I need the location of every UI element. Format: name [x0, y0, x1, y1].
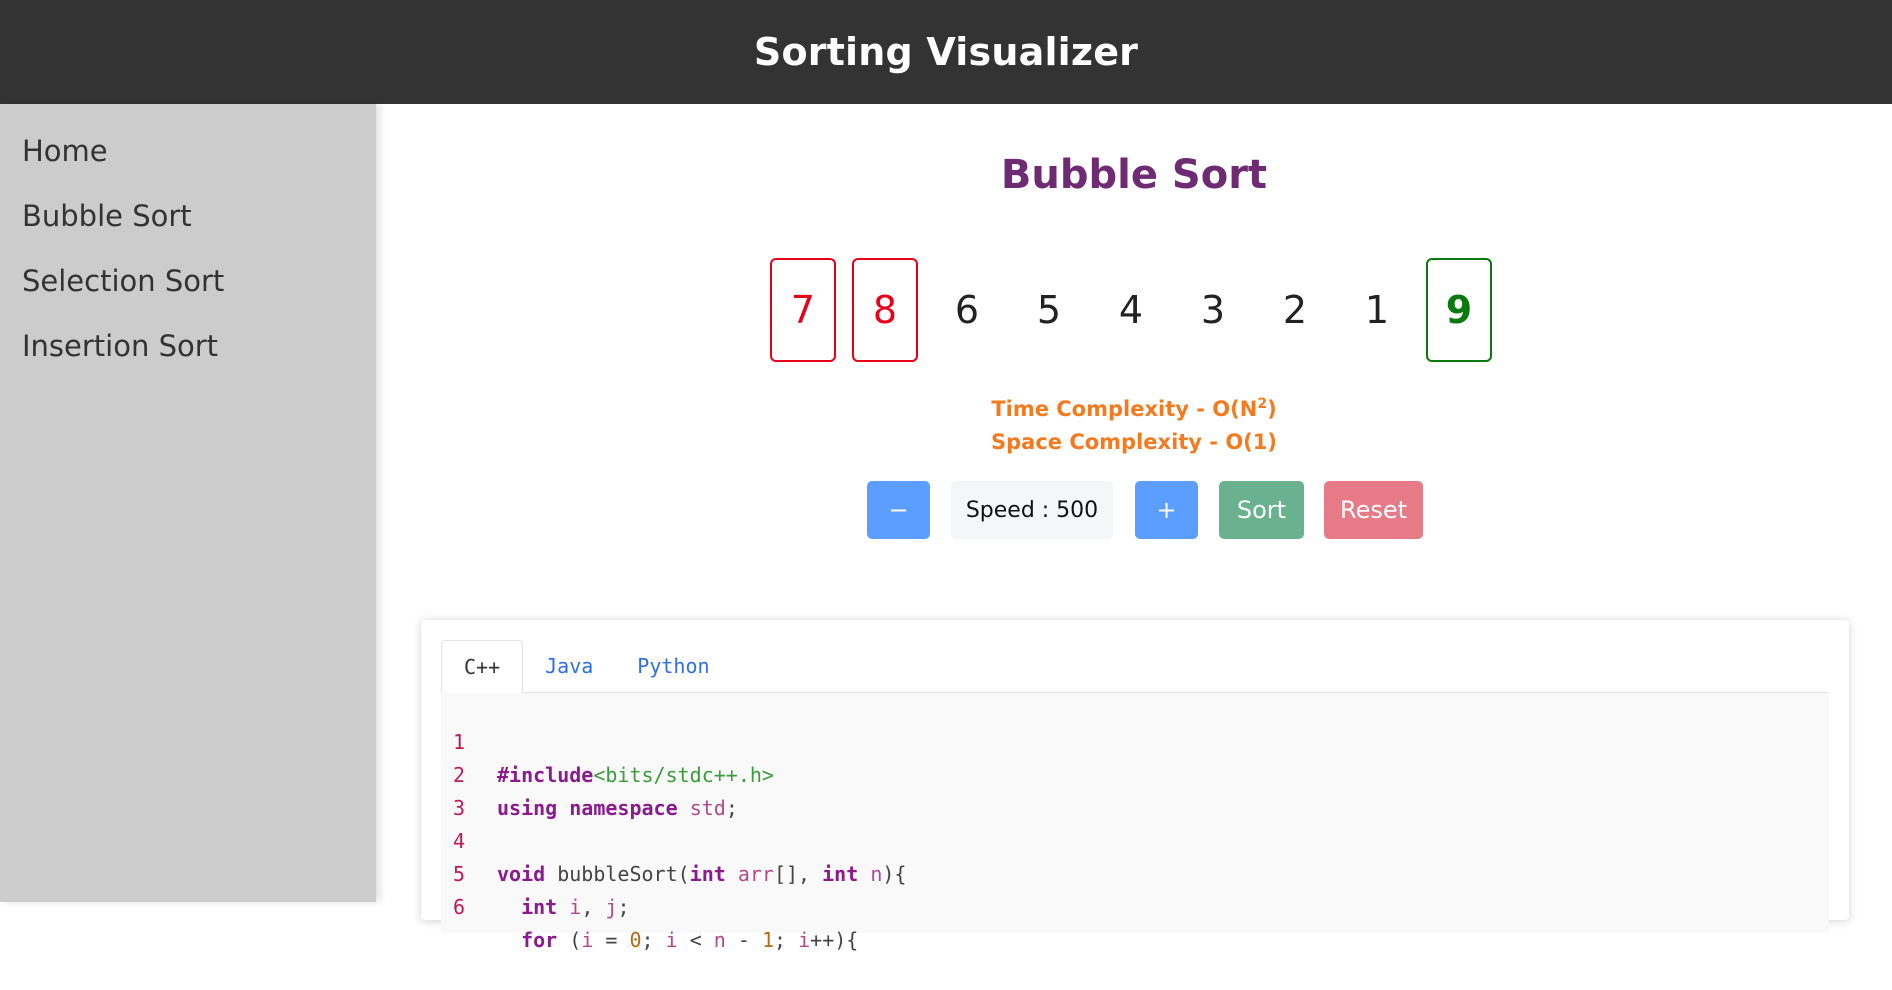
space-complexity: Space Complexity - O(1) [991, 430, 1277, 454]
sidebar-item-bubble-sort[interactable]: Bubble Sort [0, 184, 376, 249]
array-cell: 1 [1364, 288, 1390, 332]
speed-display: Speed : 500 [951, 481, 1113, 539]
line-number: 6 [453, 895, 466, 919]
code-line: 5 int i, j; [441, 825, 630, 919]
array-visualizer: 7 8 6 5 4 3 2 1 9 [770, 258, 1492, 362]
code-block: 1 #include<bits/stdc++.h> 2 using namesp… [441, 693, 1829, 952]
tab-java[interactable]: Java [523, 640, 615, 692]
code-line: 6 for (i = 0; i < n - 1; i++){ [441, 858, 858, 952]
array-cell: 8 [852, 258, 918, 362]
time-complexity-prefix: Time Complexity - O(N [991, 397, 1258, 421]
code-line: 2 using namespace std; [441, 726, 738, 820]
code-text: void bubbleSort(int arr[], int n){ [497, 862, 907, 886]
array-cell: 9 [1426, 258, 1492, 362]
time-complexity-exponent: 2 [1257, 396, 1268, 412]
array-cell: 7 [770, 258, 836, 362]
app-title: Sorting Visualizer [753, 30, 1139, 74]
page-title: Bubble Sort [1000, 152, 1268, 198]
time-complexity-suffix: ) [1267, 397, 1277, 421]
decrease-speed-button[interactable]: − [867, 481, 930, 539]
code-panel: C++ Java Python 1 #include<bits/stdc++.h… [421, 620, 1849, 952]
increase-speed-button[interactable]: + [1135, 481, 1198, 539]
code-text: for (i = 0; i < n - 1; i++){ [521, 928, 859, 952]
time-complexity: Time Complexity - O(N2) [376, 396, 1892, 421]
reset-button[interactable]: Reset [1324, 481, 1423, 539]
sort-button[interactable]: Sort [1219, 481, 1304, 539]
sidebar-item-selection-sort[interactable]: Selection Sort [0, 249, 376, 314]
code-text: #include<bits/stdc++.h> [497, 763, 774, 787]
array-cell: 2 [1282, 288, 1308, 332]
sidebar-item-insertion-sort[interactable]: Insertion Sort [0, 314, 376, 379]
array-cell: 5 [1036, 288, 1062, 332]
app-header: Sorting Visualizer [0, 0, 1892, 104]
array-cell: 3 [1200, 288, 1226, 332]
sidebar: Home Bubble Sort Selection Sort Insertio… [0, 104, 376, 902]
array-cell: 4 [1118, 288, 1144, 332]
array-cell: 6 [954, 288, 980, 332]
tab-python[interactable]: Python [615, 640, 731, 692]
sidebar-item-home[interactable]: Home [0, 119, 376, 184]
code-line: 4 void bubbleSort(int arr[], int n){ [441, 792, 906, 886]
main-content: Bubble Sort 7 8 6 5 4 3 2 1 9 Time Compl… [376, 104, 1892, 952]
language-tabs: C++ Java Python [441, 640, 1829, 694]
code-line: 1 #include<bits/stdc++.h> [441, 693, 774, 787]
tab-cpp[interactable]: C++ [441, 640, 524, 694]
code-line: 3 [441, 759, 537, 820]
